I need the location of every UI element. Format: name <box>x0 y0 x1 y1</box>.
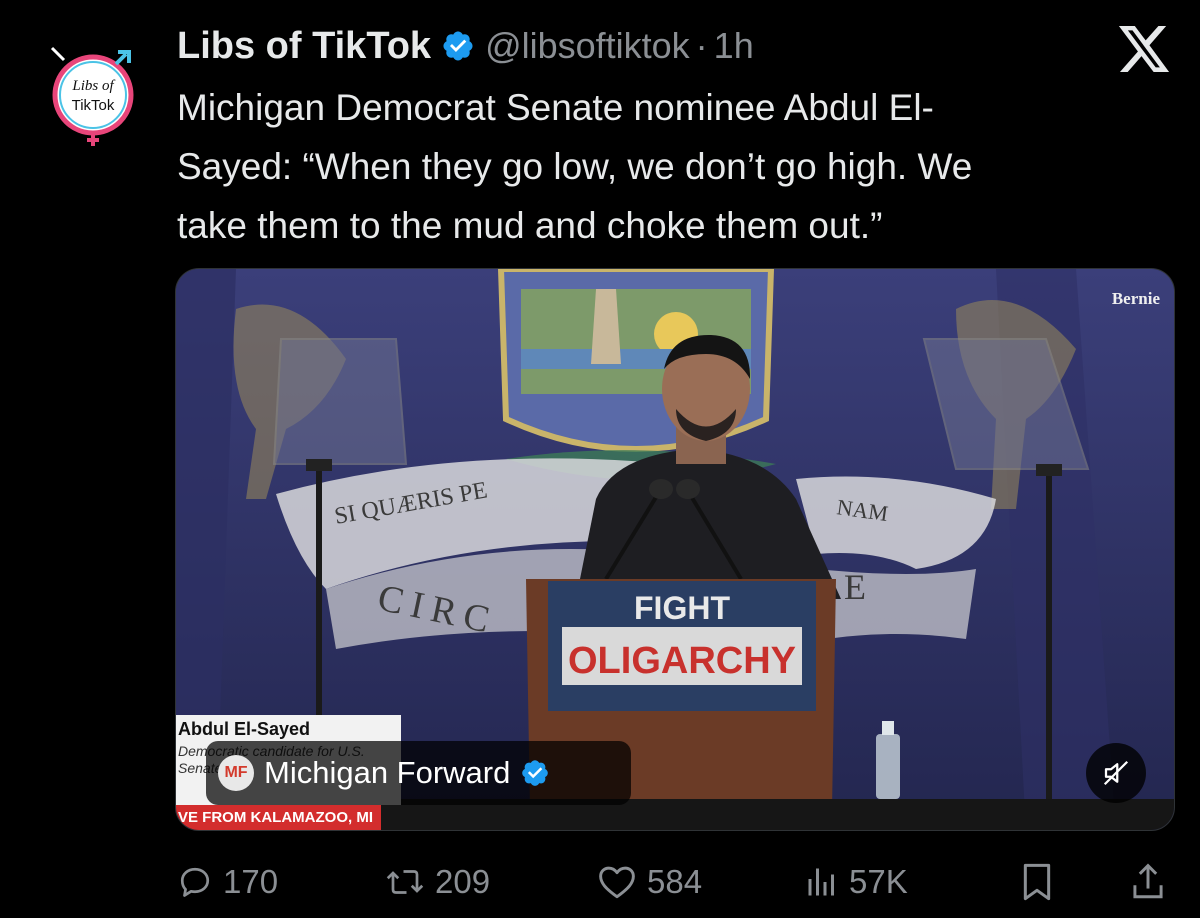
repost-icon <box>386 870 424 894</box>
video-attribution[interactable]: MF Michigan Forward <box>206 741 631 805</box>
reply-count: 170 <box>223 863 279 900</box>
tweet-text-line: Sayed: “When they go low, we don’t go hi… <box>177 146 973 187</box>
author-name[interactable]: Libs of TikTok <box>177 25 431 68</box>
bookmark-button[interactable] <box>1019 856 1055 908</box>
attribution-name[interactable]: Michigan Forward <box>264 755 510 791</box>
timestamp[interactable]: 1h <box>714 25 754 67</box>
x-logo-icon[interactable] <box>1118 26 1170 72</box>
podium-text: FIGHT <box>634 590 730 626</box>
reply-button[interactable]: 170 <box>177 856 278 908</box>
repost-button[interactable]: 209 <box>385 856 490 908</box>
bernie-watermark: Bernie <box>1111 289 1160 308</box>
like-button[interactable]: 584 <box>597 856 702 908</box>
views-count: 57K <box>849 863 908 900</box>
like-count: 584 <box>647 863 703 900</box>
action-bar: 170 209 584 57K <box>175 856 1175 908</box>
avatar[interactable]: Libs of TikTok <box>38 40 146 148</box>
verified-icon <box>443 31 473 61</box>
lower-third-name: Abdul El-Sayed <box>178 719 311 739</box>
share-button[interactable] <box>1130 856 1166 908</box>
mute-icon <box>1103 760 1129 786</box>
mute-button[interactable] <box>1086 743 1146 803</box>
bookmark-icon <box>1023 863 1051 901</box>
views-button[interactable]: 57K <box>805 856 908 908</box>
banner-text: E <box>844 567 866 607</box>
tweet-text-line: take them to the mud and choke them out.… <box>177 205 883 246</box>
reply-icon <box>180 867 210 897</box>
podium-text: OLIGARCHY <box>568 640 796 682</box>
separator-dot: · <box>695 25 708 66</box>
avatar-text-2: TikTok <box>72 97 115 114</box>
tweet-header: Libs of TikTok @libsoftiktok · 1h <box>177 22 754 70</box>
verified-icon <box>522 760 549 786</box>
share-icon <box>1133 863 1163 899</box>
repost-count: 209 <box>435 863 491 900</box>
michigan-forward-logo: MF <box>218 755 254 791</box>
tweet-text: Michigan Democrat Senate nominee Abdul E… <box>177 78 1157 255</box>
author-handle[interactable]: @libsoftiktok <box>485 25 690 67</box>
avatar-text-1: Libs of <box>71 78 115 94</box>
like-icon <box>599 866 635 899</box>
lower-third-location: VE FROM KALAMAZOO, MI <box>178 809 373 826</box>
lower-third-location-bar: VE FROM KALAMAZOO, MI <box>176 805 381 830</box>
tweet-text-line: Michigan Democrat Senate nominee Abdul E… <box>177 87 934 128</box>
views-icon <box>808 868 834 896</box>
video-player[interactable]: SI QUÆRIS PE NAM CIRC E FIGHT OLIGARCHY <box>175 268 1175 831</box>
